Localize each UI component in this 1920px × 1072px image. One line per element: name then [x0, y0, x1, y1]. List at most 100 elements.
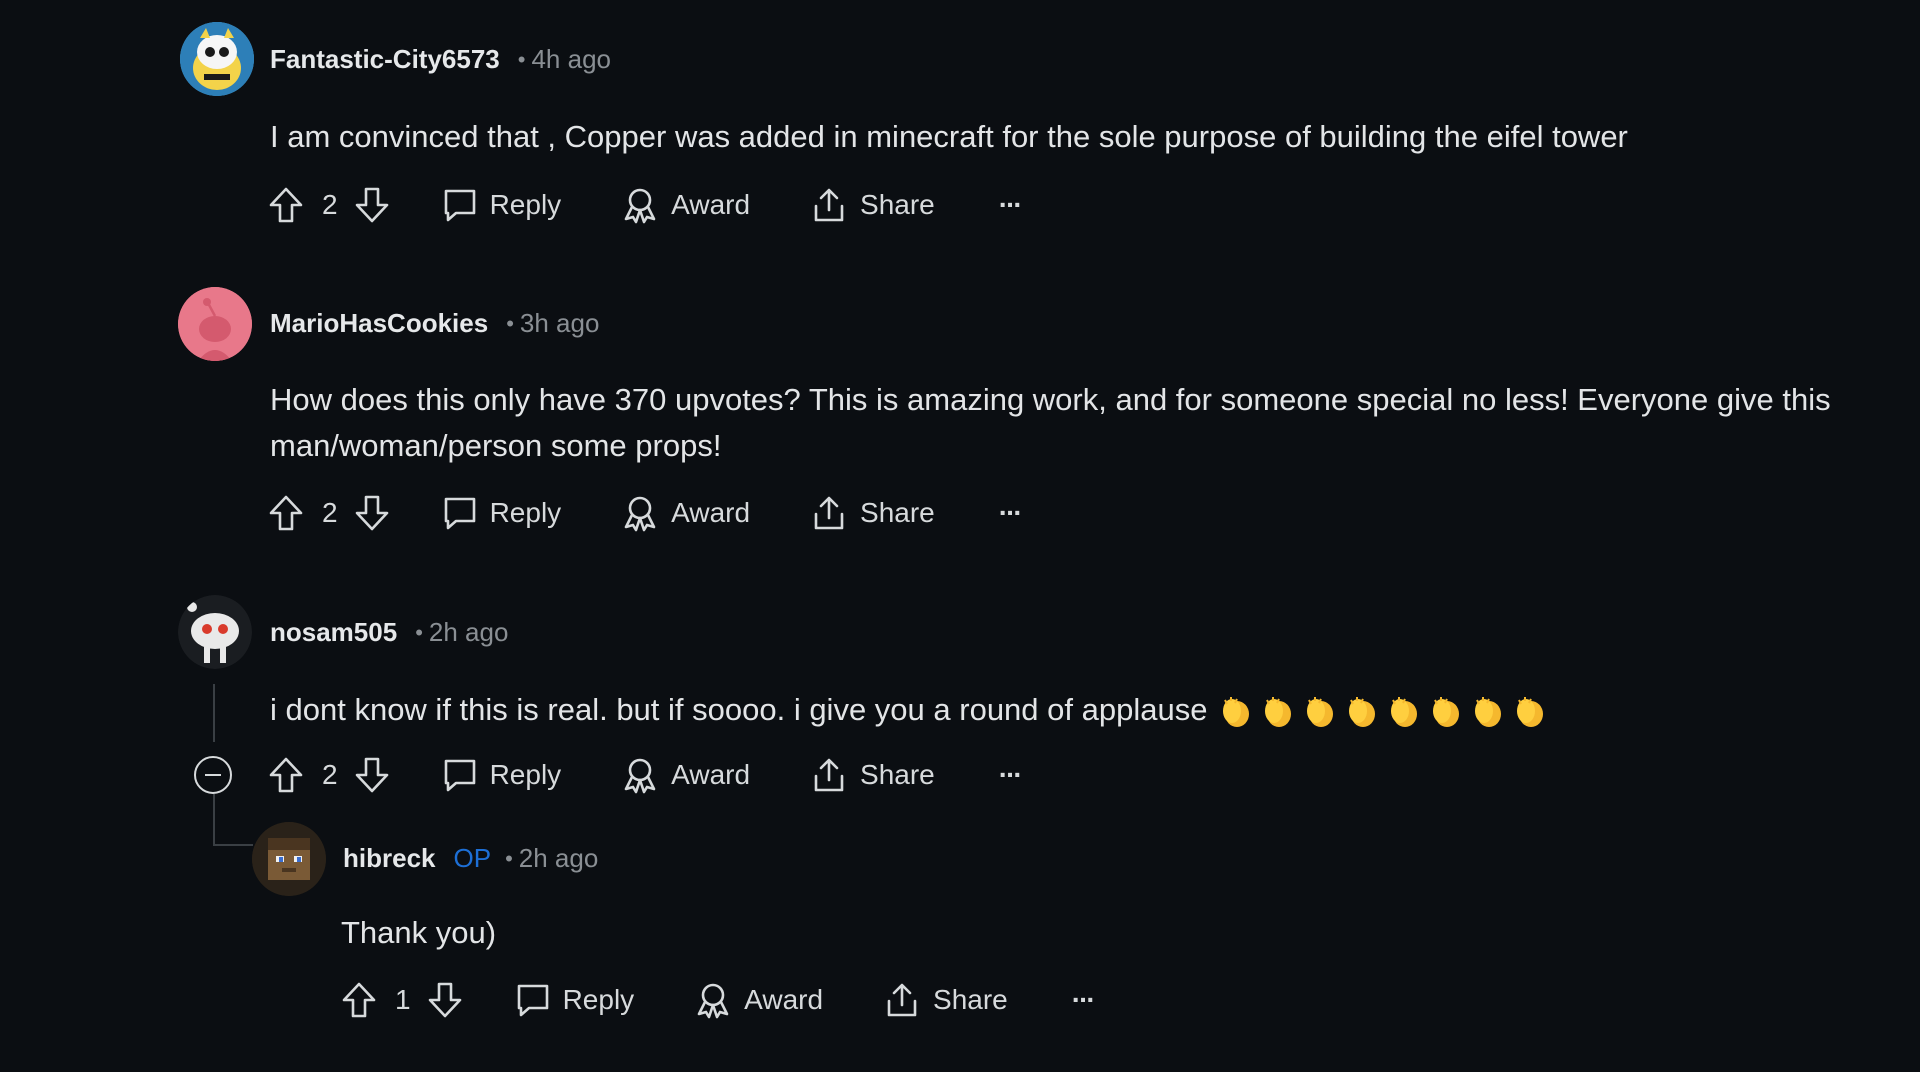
more-options-button[interactable]: ···: [998, 189, 1023, 221]
downvote-button[interactable]: [354, 756, 390, 794]
award-icon: [624, 758, 656, 794]
comment-header: MarioHasCookies • 3h ago: [270, 308, 599, 339]
comment-header: Fantastic-City6573 • 4h ago: [270, 44, 611, 75]
share-icon: [887, 983, 917, 1017]
award-button[interactable]: Award: [694, 981, 823, 1019]
award-label: Award: [671, 497, 751, 528]
upvote-button[interactable]: [268, 186, 304, 224]
comment-actions: 2 Reply Award Share ···: [268, 180, 1023, 230]
reply-label: Reply: [562, 984, 635, 1015]
comment-body: i dont know if this is real. but if sooo…: [270, 687, 1870, 733]
timestamp[interactable]: 2h ago: [429, 617, 509, 648]
comment-body: Thank you): [341, 915, 497, 950]
award-icon: [697, 983, 729, 1019]
more-options-button[interactable]: ···: [998, 497, 1023, 529]
separator-dot: •: [415, 619, 423, 645]
share-icon: [814, 758, 844, 792]
upvote-button[interactable]: [268, 494, 304, 532]
comment-body-text: i dont know if this is real. but if sooo…: [270, 692, 1208, 727]
avatar[interactable]: [178, 595, 252, 669]
avatar[interactable]: [180, 22, 254, 96]
share-label: Share: [860, 497, 935, 528]
downvote-button[interactable]: [354, 494, 390, 532]
thread-branch: [213, 844, 253, 846]
more-options-button[interactable]: ···: [1071, 984, 1096, 1016]
thread-line: [213, 684, 215, 742]
timestamp[interactable]: 2h ago: [519, 843, 599, 874]
upvote-icon: [269, 757, 303, 793]
username[interactable]: Fantastic-City6573: [270, 44, 500, 75]
comment-thread: Fantastic-City6573 • 4h ago I am convinc…: [0, 0, 1920, 1072]
share-button[interactable]: Share: [883, 981, 1008, 1019]
comment-bubble-icon: [444, 759, 475, 792]
separator-dot: •: [505, 845, 513, 871]
downvote-icon: [428, 982, 461, 1018]
vote-count: 2: [322, 759, 338, 790]
downvote-button[interactable]: [427, 981, 463, 1019]
downvote-icon: [355, 495, 388, 531]
clap-emoji-icon: [1307, 696, 1334, 727]
award-button[interactable]: Award: [621, 494, 750, 532]
username[interactable]: nosam505: [270, 617, 397, 648]
timestamp[interactable]: 3h ago: [520, 308, 600, 339]
avatar[interactable]: [252, 822, 326, 896]
comment-body: I am convinced that , Copper was added i…: [270, 119, 1628, 154]
upvote-icon: [269, 187, 303, 223]
comment-actions: 2 Reply Award Share ···: [268, 488, 1023, 538]
award-icon: [624, 496, 656, 532]
reply-button[interactable]: Reply: [515, 982, 635, 1018]
comment-bubble-icon: [444, 189, 475, 222]
award-button[interactable]: Award: [621, 186, 750, 224]
reply-button[interactable]: Reply: [442, 757, 562, 793]
downvote-button[interactable]: [354, 186, 390, 224]
award-label: Award: [744, 984, 824, 1015]
share-button[interactable]: Share: [810, 756, 935, 794]
clap-emoji-icon: [1349, 696, 1376, 727]
comment-body: How does this only have 370 upvotes? Thi…: [270, 382, 1831, 463]
reply-label: Reply: [489, 497, 562, 528]
comment-bubble-icon: [444, 497, 475, 530]
avatar[interactable]: [178, 287, 252, 361]
share-label: Share: [933, 984, 1008, 1015]
reply-label: Reply: [489, 759, 562, 790]
downvote-icon: [355, 187, 388, 223]
share-button[interactable]: Share: [810, 494, 935, 532]
more-options-button[interactable]: ···: [998, 759, 1023, 791]
clap-emoji-icon: [1391, 696, 1418, 727]
username[interactable]: hibreck: [343, 843, 436, 874]
separator-dot: •: [517, 46, 526, 72]
comment-actions: 1 Reply Award Share ···: [341, 975, 1096, 1025]
clap-emoji-icon: [1517, 696, 1544, 727]
award-label: Award: [671, 189, 751, 220]
downvote-icon: [355, 757, 388, 793]
op-badge: OP: [453, 843, 492, 873]
comment-header: nosam505 • 2h ago: [270, 617, 508, 648]
award-label: Award: [671, 759, 751, 790]
vote-count: 2: [322, 497, 338, 528]
share-icon: [814, 496, 844, 530]
upvote-button[interactable]: [268, 756, 304, 794]
comment-bubble-icon: [517, 984, 548, 1017]
more-options-icon: ···: [998, 497, 1023, 528]
vote-count: 1: [395, 984, 411, 1015]
award-button[interactable]: Award: [621, 756, 750, 794]
collapse-thread-button[interactable]: [194, 756, 232, 794]
reply-button[interactable]: Reply: [442, 495, 562, 531]
thread-line: [213, 794, 215, 844]
clap-emoji-icon: [1475, 696, 1502, 727]
more-options-icon: ···: [998, 189, 1023, 220]
comment-actions: 2 Reply Award Share ···: [268, 750, 1023, 800]
award-icon: [624, 188, 656, 224]
clap-emoji-icon: [1265, 696, 1292, 727]
timestamp[interactable]: 4h ago: [531, 44, 611, 75]
share-button[interactable]: Share: [810, 186, 935, 224]
share-label: Share: [860, 189, 935, 220]
share-label: Share: [860, 759, 935, 790]
separator-dot: •: [506, 310, 514, 336]
upvote-button[interactable]: [341, 981, 377, 1019]
more-options-icon: ···: [998, 759, 1023, 790]
more-options-icon: ···: [1071, 984, 1096, 1015]
reply-button[interactable]: Reply: [442, 187, 562, 223]
username[interactable]: MarioHasCookies: [270, 308, 488, 339]
reply-label: Reply: [489, 189, 562, 220]
